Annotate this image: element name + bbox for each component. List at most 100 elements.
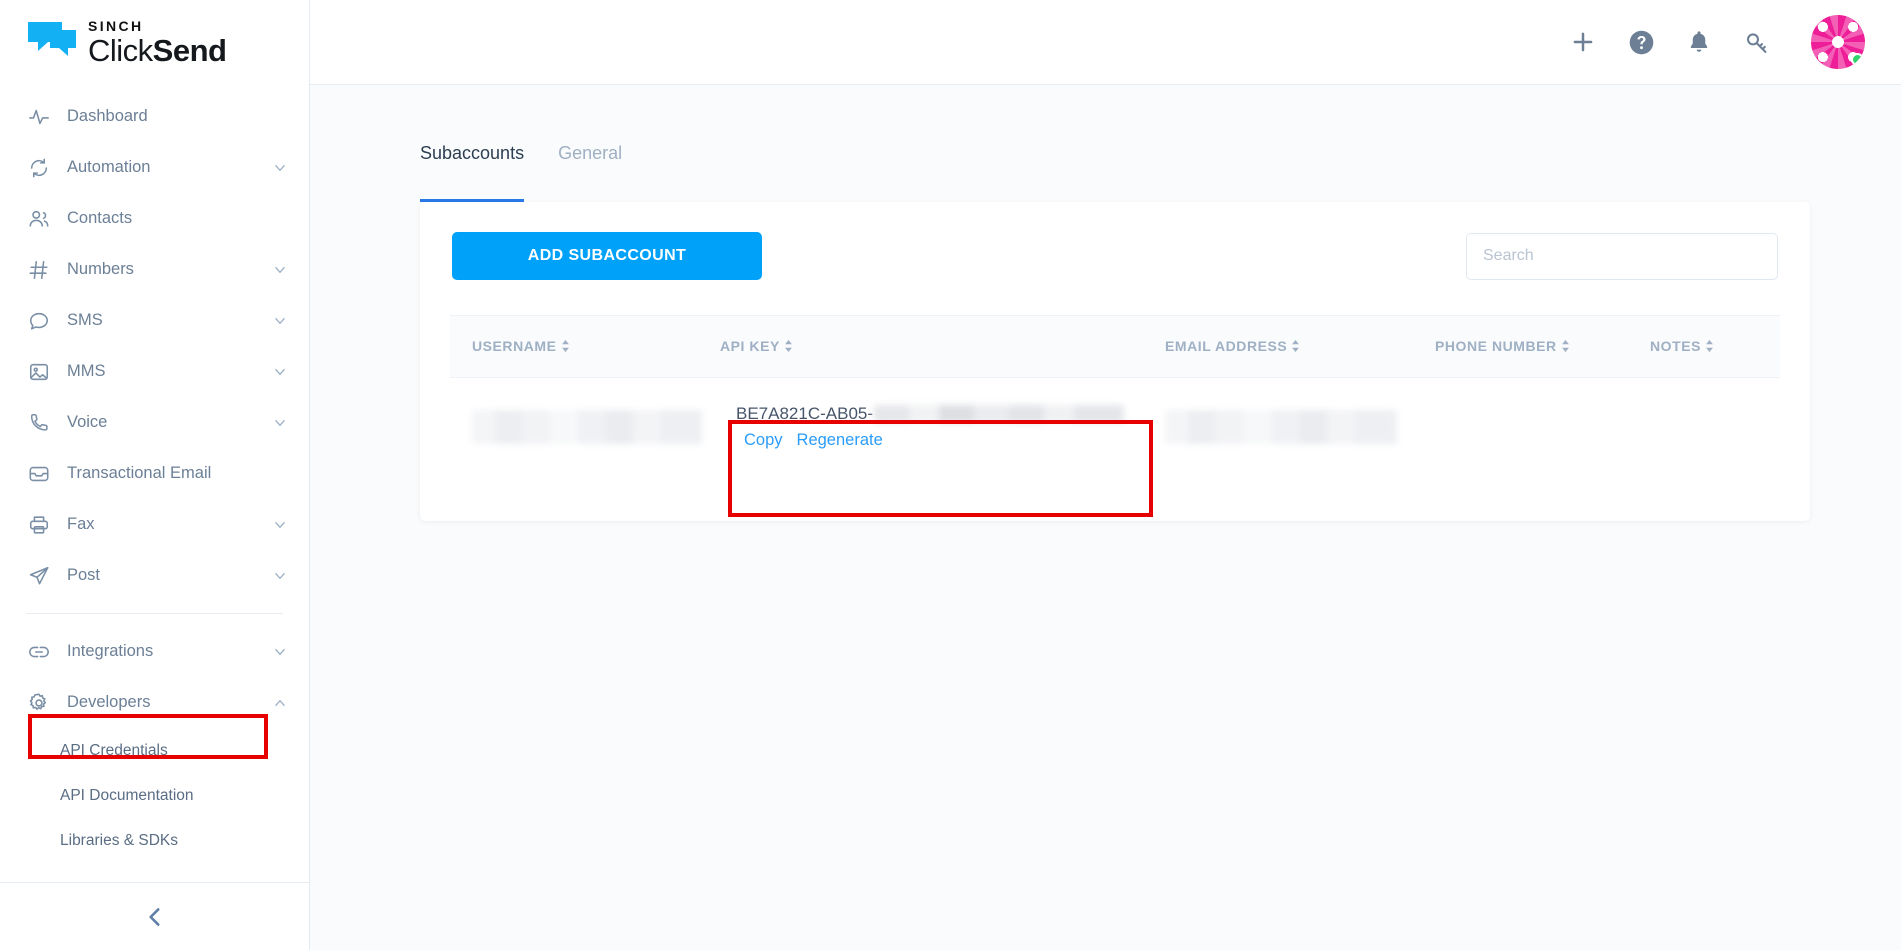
sidebar-item-api-credentials[interactable]: API Credentials (0, 728, 309, 773)
chevron-down-icon[interactable] (273, 645, 287, 659)
printer-icon (26, 513, 52, 537)
sidebar-item-label: Contacts (67, 209, 133, 227)
content-area: Subaccounts General ADD SUBACCOUNT USERN… (310, 85, 1901, 950)
cell-api-key: BE7A821C-AB05- Copy Regenerate (720, 378, 1165, 477)
column-header-username[interactable]: USERNAME (450, 315, 720, 378)
sidebar-item-label: Transactional Email (67, 464, 212, 482)
column-header-label: PHONE NUMBER (1435, 338, 1557, 354)
brand-click-part: Click (88, 33, 153, 68)
cell-phone-number (1435, 378, 1650, 477)
column-header-phone-number[interactable]: PHONE NUMBER (1435, 315, 1650, 378)
redacted-api-key (874, 405, 1125, 423)
sidebar-item-contacts[interactable]: Contacts (0, 193, 309, 244)
sidebar-item-libraries-sdks[interactable]: Libraries & SDKs (0, 818, 309, 863)
table-head: USERNAME API KEY EMAIL ADDRESS PHONE NUM… (450, 315, 1780, 378)
column-header-label: EMAIL ADDRESS (1165, 338, 1288, 354)
phone-icon (26, 411, 52, 435)
column-header-label: API KEY (720, 338, 780, 354)
sidebar-item-label: Fax (67, 515, 95, 533)
sidebar-nav: Dashboard Automation Contacts Numbers SM… (0, 85, 309, 863)
column-header-notes[interactable]: NOTES (1650, 315, 1780, 378)
tab-general[interactable]: General (558, 143, 622, 202)
activity-pulse-icon (26, 105, 52, 129)
chevron-down-icon[interactable] (273, 161, 287, 175)
chevron-down-icon[interactable] (273, 518, 287, 532)
help-circle-icon[interactable] (1627, 28, 1655, 56)
table-body: BE7A821C-AB05- Copy Regenerate (450, 378, 1780, 477)
tab-subaccounts[interactable]: Subaccounts (420, 143, 525, 202)
sidebar-item-label: Integrations (67, 642, 154, 660)
search-input[interactable] (1466, 232, 1778, 280)
sidebar-item-fax[interactable]: Fax (0, 499, 309, 550)
sidebar-item-mms[interactable]: MMS (0, 346, 309, 397)
sort-icon[interactable] (1705, 339, 1714, 355)
inbox-icon (26, 462, 52, 486)
api-key-visible-part: BE7A821C-AB05- (736, 404, 874, 423)
users-icon (26, 207, 52, 231)
bell-icon[interactable] (1685, 28, 1713, 56)
subaccounts-table: USERNAME API KEY EMAIL ADDRESS PHONE NUM… (450, 315, 1780, 476)
brand-send-part: Send (152, 33, 227, 68)
sidebar-item-developers[interactable]: Developers (0, 677, 309, 728)
sidebar-item-label: Post (67, 566, 101, 584)
sort-icon[interactable] (561, 339, 570, 355)
sort-icon[interactable] (1561, 339, 1570, 355)
tab-label: Subaccounts (420, 143, 525, 163)
image-icon (26, 360, 52, 384)
sidebar-footer (0, 882, 309, 950)
avatar[interactable] (1811, 15, 1865, 69)
sort-icon[interactable] (784, 339, 793, 355)
sidebar-item-api-documentation[interactable]: API Documentation (0, 773, 309, 818)
api-key-value: BE7A821C-AB05- (736, 404, 1165, 424)
subaccounts-card: ADD SUBACCOUNT USERNAME API KEY EMAIL AD… (420, 202, 1810, 521)
chevron-down-icon[interactable] (273, 263, 287, 277)
chevron-up-icon[interactable] (273, 696, 287, 710)
sidebar-item-sms[interactable]: SMS (0, 295, 309, 346)
column-header-api-key[interactable]: API KEY (720, 315, 1165, 378)
card-toolbar: ADD SUBACCOUNT (450, 232, 1780, 280)
chevron-down-icon[interactable] (273, 365, 287, 379)
table-row: BE7A821C-AB05- Copy Regenerate (450, 378, 1780, 477)
sidebar-item-integrations[interactable]: Integrations (0, 626, 309, 677)
sidebar-subitem-label: API Documentation (60, 786, 194, 804)
chevron-down-icon[interactable] (273, 314, 287, 328)
online-status-dot (1851, 53, 1864, 66)
sidebar-item-dashboard[interactable]: Dashboard (0, 91, 309, 142)
speech-bubbles-icon (26, 20, 78, 66)
sidebar-item-transactional-email[interactable]: Transactional Email (0, 448, 309, 499)
refresh-cycle-icon (26, 156, 52, 180)
sidebar-item-label: SMS (67, 311, 103, 329)
sidebar: SINCH ClickSend Dashboard Automation Con… (0, 0, 310, 950)
sidebar-item-voice[interactable]: Voice (0, 397, 309, 448)
table-header-row: USERNAME API KEY EMAIL ADDRESS PHONE NUM… (450, 315, 1780, 378)
column-header-label: USERNAME (472, 338, 557, 354)
api-key-actions: Copy Regenerate (736, 431, 1165, 450)
sidebar-item-numbers[interactable]: Numbers (0, 244, 309, 295)
sort-icon[interactable] (1291, 339, 1300, 355)
regenerate-api-key-link[interactable]: Regenerate (797, 431, 883, 450)
redacted-username (472, 410, 702, 444)
hash-icon (26, 258, 52, 282)
key-icon[interactable] (1743, 28, 1771, 56)
brand-logo-area[interactable]: SINCH ClickSend (0, 0, 309, 85)
add-subaccount-button[interactable]: ADD SUBACCOUNT (452, 232, 762, 280)
chevron-down-icon[interactable] (273, 569, 287, 583)
sidebar-item-label: MMS (67, 362, 106, 380)
sidebar-item-automation[interactable]: Automation (0, 142, 309, 193)
chevron-left-icon[interactable] (142, 904, 168, 930)
redacted-email (1165, 410, 1397, 444)
chevron-down-icon[interactable] (273, 416, 287, 430)
copy-api-key-link[interactable]: Copy (744, 431, 783, 450)
brand-clicksend-text: ClickSend (88, 33, 227, 68)
cell-notes (1650, 378, 1780, 477)
sidebar-item-label: Numbers (67, 260, 134, 278)
sidebar-item-label: Developers (67, 693, 151, 711)
cell-email-address (1165, 378, 1435, 477)
sidebar-item-label: Dashboard (67, 107, 148, 125)
chat-bubble-icon (26, 309, 52, 333)
sidebar-item-post[interactable]: Post (0, 550, 309, 601)
column-header-email-address[interactable]: EMAIL ADDRESS (1165, 315, 1435, 378)
tab-label: General (558, 143, 623, 163)
link-icon (26, 640, 52, 664)
plus-icon[interactable] (1569, 28, 1597, 56)
